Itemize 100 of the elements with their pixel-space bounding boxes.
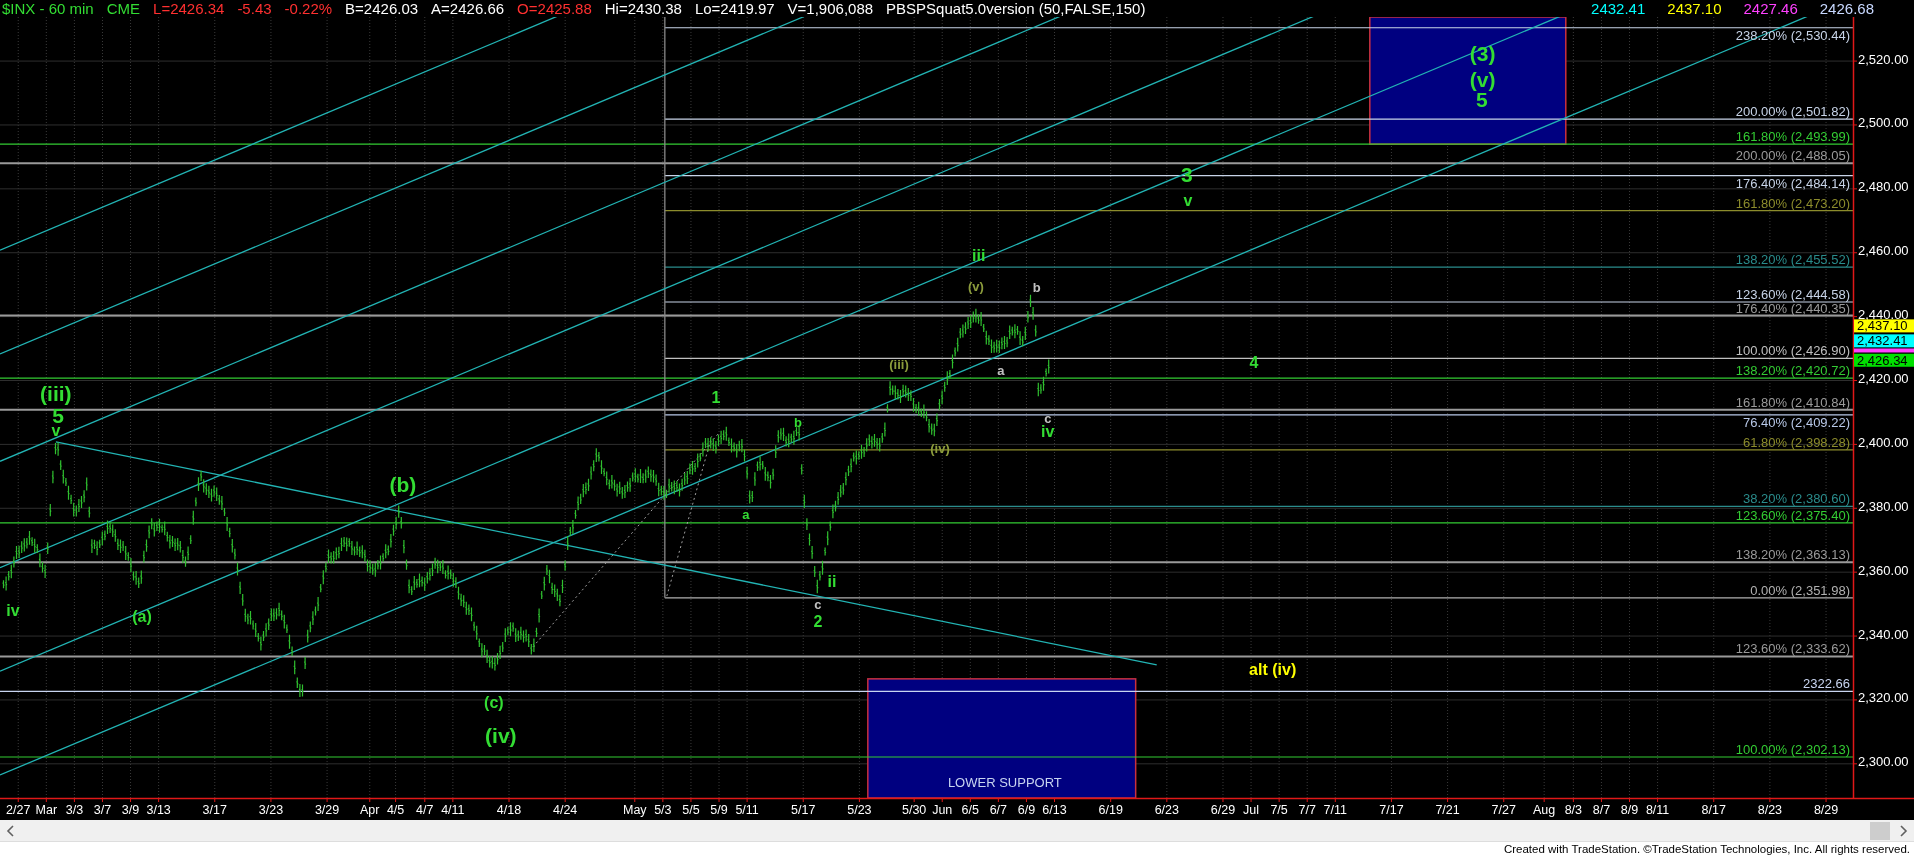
- header-value: $INX - 60 min: [2, 0, 94, 17]
- date-axis-label: 3/17: [202, 803, 227, 817]
- header-value: 2437.10: [1667, 0, 1722, 17]
- header-value: L=2426.34: [153, 0, 225, 17]
- fib-level-label: 76.40% (2,409.22): [1743, 414, 1850, 430]
- scroll-right-icon[interactable]: [1900, 824, 1908, 837]
- date-axis-label: 8/9: [1620, 803, 1639, 817]
- date-axis-label: 8/23: [1757, 803, 1783, 817]
- wave-label: b: [1032, 280, 1041, 296]
- date-axis-label: 3/9: [121, 803, 140, 817]
- header-value: CME: [106, 0, 141, 17]
- date-axis-label: 3/29: [314, 803, 340, 817]
- wave-label: (a): [132, 608, 152, 626]
- header-value: PBSPSquat5.0version (50,FALSE,150): [886, 0, 1146, 17]
- date-axis-label: 8/29: [1813, 803, 1839, 817]
- fib-level-label: 123.60% (2,375.40): [1735, 507, 1850, 523]
- header-value: 2432.41: [1591, 0, 1646, 17]
- fib-level-label: 2322.66: [1803, 676, 1850, 692]
- wave-label: 1: [711, 388, 721, 406]
- date-axis-label: 3/3: [65, 803, 84, 817]
- fib-level-label: 138.20% (2,455.52): [1735, 252, 1850, 268]
- wave-label: 2: [813, 613, 823, 631]
- date-axis-label: 7/17: [1379, 803, 1404, 817]
- date-axis-label: 2/27: [6, 803, 31, 817]
- header-value: O=2425.88: [517, 0, 592, 17]
- fib-level-label: 161.80% (2,473.20): [1735, 195, 1850, 211]
- wave-label: alt (iv): [1249, 661, 1297, 679]
- wave-label: 4: [1249, 354, 1259, 372]
- wave-label: (c): [484, 694, 504, 712]
- date-axis-label: 7/11: [1323, 803, 1347, 817]
- fib-level-label: 38.20% (2,380.60): [1743, 491, 1850, 507]
- price-axis-label: 2,360.00: [1858, 562, 1909, 578]
- date-axis-label: 6/13: [1042, 803, 1067, 817]
- wave-label: a: [742, 506, 750, 522]
- price-axis-label: 2,340.00: [1858, 626, 1909, 642]
- date-axis-label: 7/7: [1298, 803, 1316, 817]
- price-tag: 2,426.34: [1854, 352, 1914, 368]
- wave-label: ii: [827, 572, 837, 590]
- wave-label: (iv): [485, 723, 517, 747]
- wave-label: c: [814, 596, 822, 612]
- date-axis-label: 4/7: [416, 803, 434, 817]
- date-axis-label: 4/11: [441, 803, 465, 817]
- date-axis-label: Jul: [1243, 803, 1260, 817]
- price-axis-label: 2,500.00: [1858, 115, 1909, 131]
- date-axis-label: 5/17: [791, 803, 816, 817]
- date-axis-label: 7/21: [1435, 803, 1460, 817]
- date-axis-label: 7/27: [1491, 803, 1516, 817]
- header-value: -5.43: [237, 0, 272, 17]
- date-axis-label: 5/5: [682, 803, 700, 817]
- date-axis-label: 3/23: [258, 803, 284, 817]
- fib-level-label: 100.00% (2,302.13): [1735, 742, 1850, 757]
- fib-level-label: 200.00% (2,488.05): [1735, 148, 1850, 164]
- date-axis-label: 3/13: [146, 803, 171, 817]
- date-axis-label: 8/7: [1592, 803, 1611, 817]
- date-axis-label: Jun: [932, 803, 953, 817]
- fib-level-label: 100.00% (2,426.90): [1735, 343, 1850, 359]
- wave-label: v: [1183, 191, 1193, 209]
- date-axis-label: 6/29: [1210, 803, 1236, 817]
- date-axis-label: 4/18: [496, 803, 522, 817]
- date-axis-label: Mar: [35, 803, 58, 817]
- fib-level-label: 138.20% (2,420.72): [1735, 363, 1850, 379]
- fib-level-label: 161.80% (2,410.84): [1735, 394, 1850, 410]
- price-axis-label: 2,420.00: [1858, 371, 1909, 386]
- copyright-text: Created with TradeStation. ©TradeStation Technologies, Inc. All rights reserved.: [1503, 842, 1910, 856]
- date-axis-label: 6/23: [1154, 803, 1179, 817]
- header-value: V=1,906,088: [787, 0, 874, 17]
- date-axis-label: 6/5: [961, 803, 979, 817]
- zone-label: LOWER SUPPORT: [947, 775, 1062, 791]
- date-axis-label: 5/9: [710, 803, 728, 817]
- scroll-left-icon[interactable]: [6, 824, 14, 837]
- date-axis-label: 5/3: [654, 803, 672, 817]
- price-axis-label: 2,300.00: [1858, 754, 1909, 770]
- price-axis-label: 2,400.00: [1858, 434, 1909, 450]
- wave-label: (iii): [40, 381, 72, 405]
- date-axis-label: Apr: [360, 803, 380, 817]
- date-axis-label: 4/24: [553, 803, 578, 817]
- fib-level-label: 61.80% (2,398.28): [1743, 434, 1850, 450]
- date-axis-label: 8/3: [1564, 803, 1583, 817]
- date-axis-label: May: [623, 803, 647, 817]
- wave-label: (v): [967, 279, 984, 295]
- date-axis-label: 8/11: [1645, 803, 1670, 817]
- header-value: Lo=2419.97: [694, 0, 775, 17]
- fib-level-label: 123.60% (2,444.58): [1735, 287, 1850, 302]
- wave-label: (b): [389, 473, 417, 497]
- fib-level-label: 176.40% (2,484.14): [1735, 175, 1850, 191]
- header-value: A=2426.66: [431, 0, 505, 17]
- wave-label: (3): [1469, 41, 1496, 65]
- price-axis-label: 2,480.00: [1858, 179, 1909, 195]
- price-axis-label: 2,520.00: [1858, 51, 1909, 67]
- date-axis-label: 5/30: [901, 803, 927, 817]
- header-value: -0.22%: [284, 0, 333, 17]
- scrollbar-thumb[interactable]: [1870, 821, 1890, 840]
- date-axis-label: 6/9: [1017, 803, 1036, 817]
- fib-level-label: 138.20% (2,363.13): [1735, 547, 1850, 563]
- date-axis-label: 8/17: [1701, 803, 1726, 817]
- header-value: 2426.68: [1819, 0, 1874, 17]
- wave-label: b: [793, 415, 802, 431]
- price-axis-label: 2,460.00: [1858, 243, 1909, 259]
- fib-level-label: 161.80% (2,493.99): [1735, 129, 1850, 145]
- header-value: B=2426.03: [345, 0, 419, 17]
